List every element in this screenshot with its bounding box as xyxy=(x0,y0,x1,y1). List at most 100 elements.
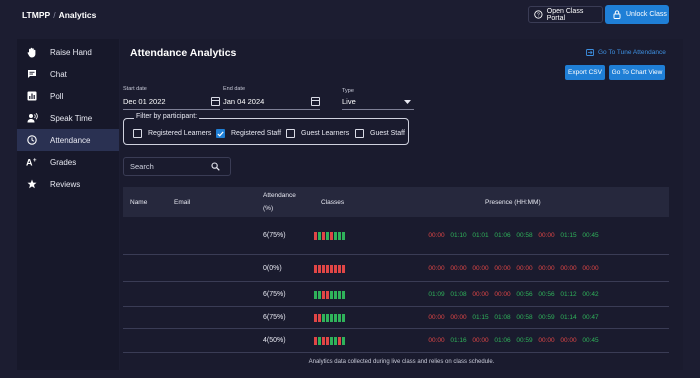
class-absent-bar xyxy=(334,265,337,273)
class-present-bar xyxy=(326,232,329,240)
attendance-value: 6(75%) xyxy=(263,291,286,298)
presence-values: 00:00 00:00 01:15 01:08 00:58 00:59 01:14 00:47 xyxy=(428,314,599,321)
class-present-bar xyxy=(318,291,321,299)
search-icon[interactable] xyxy=(211,162,220,171)
column-classes[interactable]: Classes xyxy=(321,199,344,206)
class-absent-bar xyxy=(314,232,317,240)
table-row[interactable]: 6(75%) 00:00 00:00 01:15 01:08 00:58 00:59 01:1… xyxy=(123,307,669,329)
presence-time: 00:00 xyxy=(538,337,555,344)
filter-label: Guest Learners xyxy=(301,130,350,137)
class-attendance-bars xyxy=(314,232,345,240)
presence-values: 01:09 01:08 00:00 00:00 00:56 00:56 01:12 00:42 xyxy=(428,291,599,298)
class-absent-bar xyxy=(326,291,329,299)
presence-time: 01:12 xyxy=(560,291,577,298)
breadcrumb-separator: / xyxy=(53,10,56,20)
presence-time: 00:58 xyxy=(516,232,533,239)
class-attendance-bars xyxy=(314,314,345,322)
presence-time: 00:00 xyxy=(494,265,511,272)
end-date-underline xyxy=(223,109,320,110)
presence-time: 00:00 xyxy=(450,314,467,321)
class-absent-bar xyxy=(342,265,345,273)
class-present-bar xyxy=(330,337,333,345)
star-icon xyxy=(26,178,38,190)
check-icon xyxy=(217,130,224,137)
export-csv-button[interactable]: Export CSV xyxy=(565,65,605,80)
sidebar-item-raise-hand[interactable]: Raise Hand xyxy=(17,41,119,63)
type-underline xyxy=(342,109,414,110)
class-present-bar xyxy=(314,291,317,299)
class-attendance-bars xyxy=(314,291,345,299)
main-panel: Attendance Analytics Go To Tune Attendan… xyxy=(120,39,683,370)
class-present-bar xyxy=(318,232,321,240)
presence-time: 00:00 xyxy=(428,337,445,344)
presence-time: 00:45 xyxy=(582,337,599,344)
end-date-label: End date xyxy=(223,86,246,92)
sidebar-item-speak-time[interactable]: Speak Time xyxy=(17,107,119,129)
table-row[interactable]: 4(50%) 00:00 01:16 00:00 01:06 00:59 00:00 00:0… xyxy=(123,329,669,353)
class-absent-bar xyxy=(322,232,325,240)
clock-icon xyxy=(26,134,38,146)
table-row[interactable]: 6(75%) 00:00 01:10 01:01 01:06 00:58 00:00 01:1… xyxy=(123,217,669,255)
presence-time: 00:00 xyxy=(428,265,445,272)
start-date-input[interactable]: Dec 01 2022 xyxy=(123,97,166,106)
search-input[interactable]: Search xyxy=(123,157,231,176)
presence-time: 00:00 xyxy=(516,265,533,272)
start-date-calendar-icon[interactable] xyxy=(211,97,220,106)
filter-registered-learners[interactable]: Registered Learners xyxy=(133,129,211,138)
presence-time: 00:00 xyxy=(428,232,445,239)
filter-guest-staff[interactable]: Guest Staff xyxy=(355,129,405,138)
class-absent-bar xyxy=(314,265,317,273)
filter-registered-staff[interactable]: Registered Staff xyxy=(216,129,281,138)
table-row[interactable]: 6(75%) 01:09 01:08 00:00 00:00 00:56 00:56 01:1… xyxy=(123,282,669,307)
sidebar-item-label: Chat xyxy=(50,69,67,79)
go-to-tune-attendance-link[interactable]: Go To Tune Attendance xyxy=(586,49,666,56)
end-date-input[interactable]: Jan 04 2024 xyxy=(223,97,264,106)
presence-time: 00:00 xyxy=(538,265,555,272)
presence-values: 00:00 01:16 00:00 01:06 00:59 00:00 00:00 00:45 xyxy=(428,337,599,344)
sidebar-item-attendance[interactable]: Attendance xyxy=(17,129,119,151)
class-present-bar xyxy=(326,314,329,322)
column-email[interactable]: Email xyxy=(174,199,190,206)
checkbox[interactable] xyxy=(286,129,295,138)
class-absent-bar xyxy=(318,314,321,322)
class-present-bar xyxy=(334,232,337,240)
presence-time: 01:09 xyxy=(428,291,445,298)
go-to-chart-view-button[interactable]: Go To Chart View xyxy=(609,65,665,80)
table-header: Name Email Attendance (%) Classes Presen… xyxy=(123,187,669,217)
svg-text:+: + xyxy=(33,158,37,164)
presence-time: 00:59 xyxy=(516,337,533,344)
sidebar-item-label: Reviews xyxy=(50,179,81,189)
presence-time: 01:10 xyxy=(450,232,467,239)
class-absent-bar xyxy=(330,265,333,273)
filter-guest-learners[interactable]: Guest Learners xyxy=(286,129,349,138)
grades-icon: A + xyxy=(26,156,38,168)
checkbox-checked[interactable] xyxy=(216,129,225,138)
presence-time: 00:45 xyxy=(582,232,599,239)
column-presence[interactable]: Presence (HH:MM) xyxy=(485,199,541,206)
checkbox[interactable] xyxy=(133,129,142,138)
type-select[interactable]: Live xyxy=(342,97,356,106)
open-class-portal-label: Open Class Portal xyxy=(546,7,584,22)
table-row[interactable]: 0(0%) 00:00 00:00 00:00 00:00 00:00 00:00 00:00… xyxy=(123,255,669,282)
open-class-portal-button[interactable]: ? Open Class Portal xyxy=(528,6,603,23)
sidebar-item-poll[interactable]: Poll xyxy=(17,85,119,107)
presence-time: 01:08 xyxy=(494,314,511,321)
class-absent-bar xyxy=(326,265,329,273)
breadcrumb-course[interactable]: LTMPP xyxy=(22,10,50,20)
class-absent-bar xyxy=(338,265,341,273)
column-attendance[interactable]: Attendance xyxy=(263,192,296,199)
unlock-class-button[interactable]: Unlock Class xyxy=(605,5,669,24)
sidebar-item-reviews[interactable]: Reviews xyxy=(17,173,119,195)
presence-time: 00:00 xyxy=(472,337,489,344)
column-name[interactable]: Name xyxy=(130,199,147,206)
checkbox[interactable] xyxy=(355,129,364,138)
chevron-down-icon[interactable] xyxy=(404,100,411,104)
presence-time: 01:06 xyxy=(494,232,511,239)
chat-icon xyxy=(26,68,38,80)
sidebar-item-chat[interactable]: Chat xyxy=(17,63,119,85)
end-date-calendar-icon[interactable] xyxy=(311,97,320,106)
sidebar-item-label: Attendance xyxy=(50,135,91,145)
presence-time: 00:00 xyxy=(582,265,599,272)
presence-time: 00:00 xyxy=(494,291,511,298)
sidebar-item-grades[interactable]: A + Grades xyxy=(17,151,119,173)
